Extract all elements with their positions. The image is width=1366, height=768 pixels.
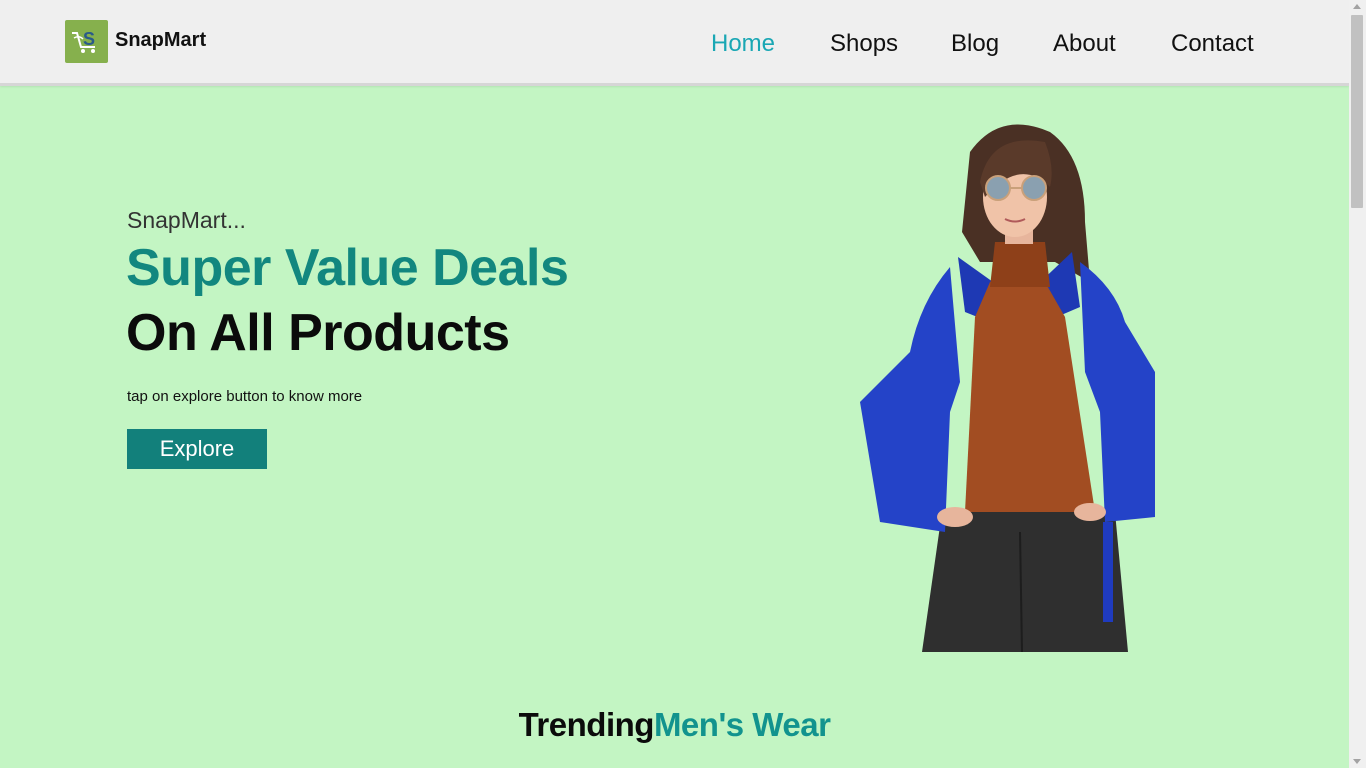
scrollbar-thumb[interactable] [1351,15,1363,208]
hero-subtitle: SnapMart... [127,207,246,233]
logo-icon[interactable]: S [65,20,108,63]
nav-shops[interactable]: Shops [830,30,898,58]
hero-title-line2: On All Products [126,304,510,362]
nav-home[interactable]: Home [711,30,775,58]
brand-name[interactable]: SnapMart [115,29,206,52]
nav-contact[interactable]: Contact [1171,30,1254,58]
nav-about[interactable]: About [1053,30,1116,58]
section-title: TrendingMen's Wear [0,706,1349,744]
svg-text:S: S [83,29,95,49]
nav-blog[interactable]: Blog [951,30,999,58]
vertical-scrollbar[interactable] [1349,0,1366,768]
hero-title-line1: Super Value Deals [126,239,569,297]
hero-description: tap on explore button to know more [127,388,363,405]
scroll-up-arrow-icon[interactable] [1353,4,1361,9]
section-title-part1: Trending [518,706,655,743]
hero-model-image [850,112,1170,653]
scroll-down-arrow-icon[interactable] [1353,759,1361,764]
section-title-part2: Men's Wear [653,706,831,743]
explore-button[interactable]: Explore [127,429,267,469]
site-header: S SnapMart Home Shops Blog About Contact [0,0,1349,86]
